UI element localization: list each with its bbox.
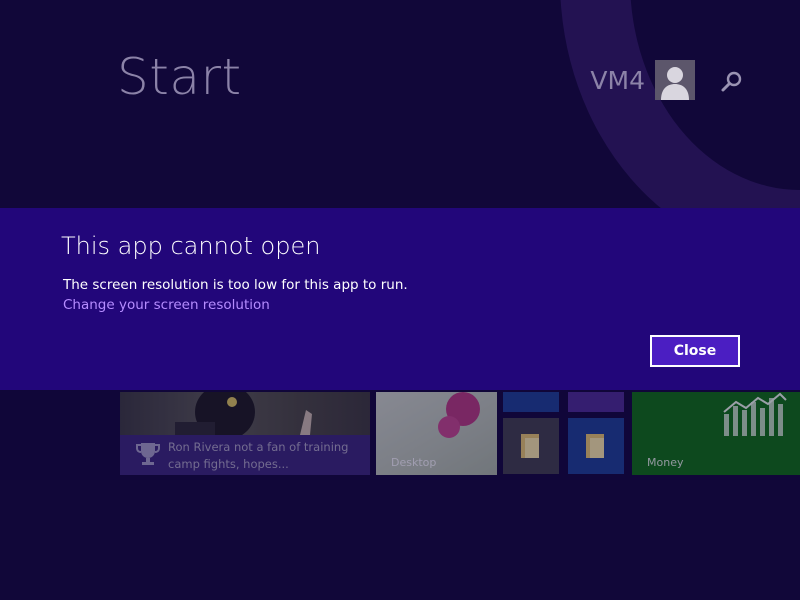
money-tile-label: Money (647, 456, 684, 469)
small-tile-2[interactable] (568, 392, 624, 412)
change-resolution-link[interactable]: Change your screen resolution (63, 297, 270, 313)
small-tile-1[interactable] (503, 392, 559, 412)
search-icon[interactable] (718, 68, 746, 96)
app-cannot-open-dialog: This app cannot open The screen resoluti… (0, 208, 800, 390)
dialog-message: The screen resolution is too low for thi… (63, 277, 408, 293)
dialog-title: This app cannot open (61, 232, 321, 260)
desktop-tile-label: Desktop (391, 456, 437, 469)
flower-decoration (438, 416, 460, 438)
file-explorer-tile[interactable] (503, 418, 559, 474)
folder-tile[interactable] (568, 418, 624, 474)
trophy-icon (136, 441, 160, 467)
user-avatar-icon[interactable] (655, 60, 695, 100)
news-photo (120, 392, 370, 440)
start-screen: Start VM4 Ron Rivera not a fan of traini… (0, 0, 800, 600)
start-title: Start (117, 48, 242, 106)
folder-icon (519, 432, 543, 460)
close-button[interactable]: Close (650, 335, 740, 367)
news-headline: Ron Rivera not a fan of training camp fi… (168, 440, 349, 471)
bar-chart-icon (722, 392, 788, 436)
folder-icon (584, 432, 608, 460)
user-name[interactable]: VM4 (590, 66, 645, 95)
